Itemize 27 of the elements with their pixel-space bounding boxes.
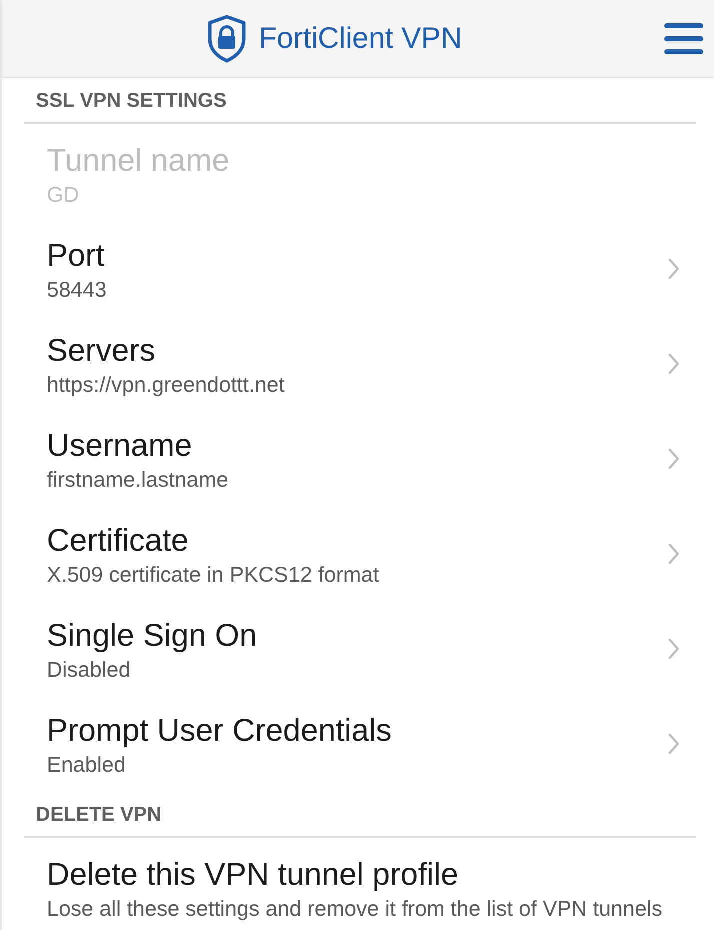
setting-title[interactable]: Certificate (47, 521, 668, 559)
chevron-right-icon (668, 543, 680, 565)
setting-value: GD (47, 182, 80, 209)
menu-icon[interactable] (664, 22, 704, 54)
setting-value: https://vpn.greendottt.net (47, 372, 286, 399)
shield-lock-icon (207, 14, 247, 62)
setting-value: X.509 certificate in PKCS12 format (47, 562, 380, 589)
setting-title[interactable]: Single Sign On (47, 616, 668, 654)
setting-value: 58443 (47, 277, 108, 304)
setting-title: Tunnel name (47, 141, 231, 179)
setting-title[interactable]: Delete this VPN tunnel profile (47, 855, 680, 893)
setting-title[interactable]: Username (47, 426, 668, 464)
section-header: DELETE VPN (24, 789, 696, 838)
setting-value: firstname.lastname (47, 467, 230, 494)
setting-value: Lose all these settings and remove it from the list of VPN tunnels (47, 896, 664, 923)
setting-value: Enabled (47, 752, 127, 779)
chevron-right-icon (668, 353, 680, 375)
setting-title[interactable]: Prompt User Credentials (47, 711, 668, 749)
setting-title[interactable]: Servers (47, 331, 668, 369)
chevron-right-icon (668, 448, 680, 470)
chevron-right-icon (668, 258, 680, 280)
section-header: SSL VPN SETTINGS (24, 78, 696, 124)
setting-value: Disabled (47, 657, 132, 684)
chevron-right-icon (668, 733, 680, 755)
app-title: FortiClient VPN (259, 22, 462, 56)
chevron-right-icon (668, 638, 680, 660)
setting-title[interactable]: Port (47, 236, 668, 274)
